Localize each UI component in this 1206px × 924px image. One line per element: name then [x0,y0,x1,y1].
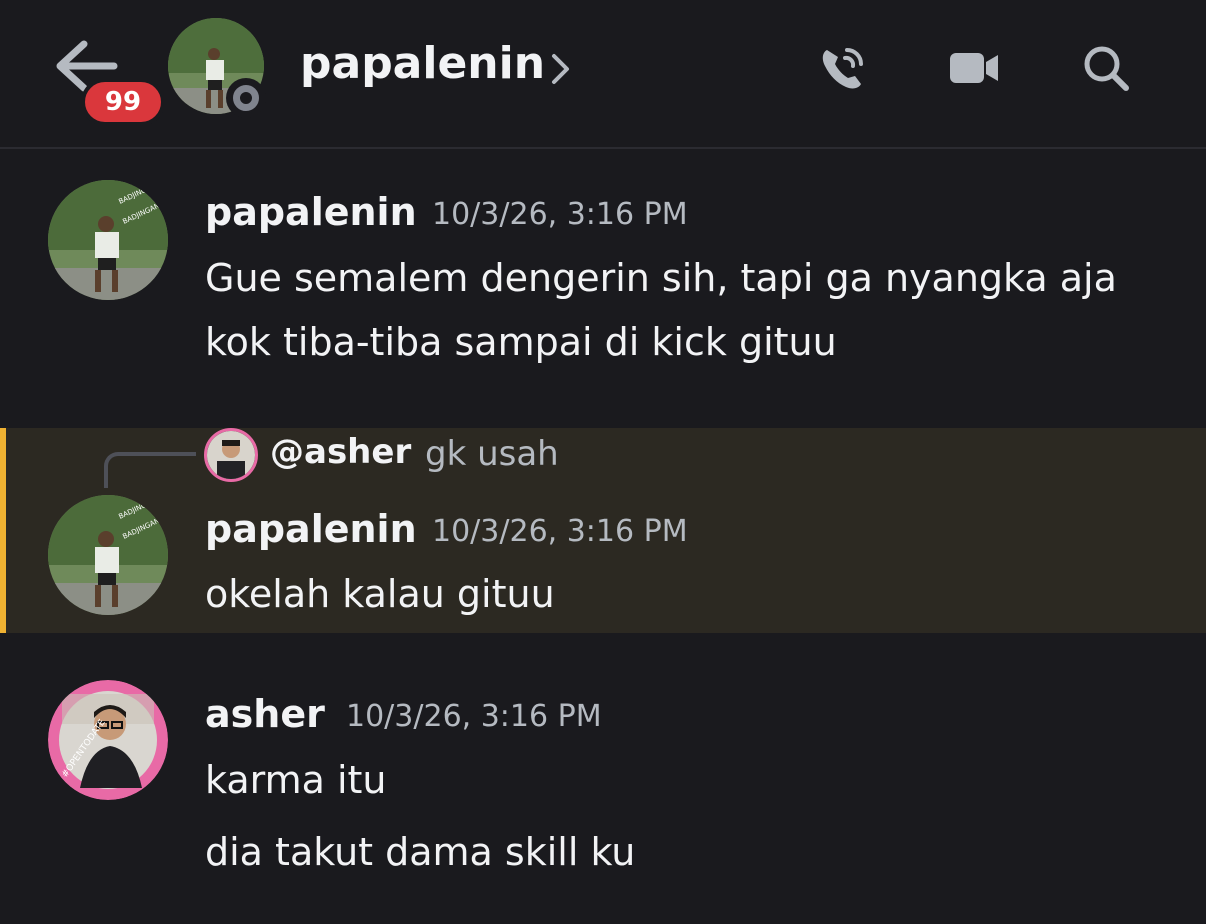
message-line: okelah kalau gituu [205,572,555,616]
channel-header: 99 papalenin [0,0,1206,149]
status-offline-indicator [226,78,266,118]
reply-author-mention[interactable]: @asher [270,432,411,472]
phone-call-icon[interactable] [815,40,871,96]
reply-preview-text[interactable]: gk usah [425,434,559,474]
author-avatar[interactable]: BADJINGAN BADJINGAN [48,495,168,615]
message-line: Gue semalem dengerin sih, tapi ga nyangk… [205,256,1117,300]
author-name[interactable]: papalenin [205,507,417,551]
message-timestamp: 10/3/26, 3:16 PM [432,514,688,549]
reply-connector [104,452,196,488]
reply-avatar[interactable] [204,428,258,482]
video-camera-icon[interactable] [946,40,1002,96]
search-icon[interactable] [1078,40,1134,96]
message-timestamp: 10/3/26, 3:16 PM [432,197,688,232]
author-avatar[interactable]: BADJINGAN BADJINGAN [48,180,168,300]
author-name[interactable]: asher [205,692,325,736]
author-name[interactable]: papalenin [205,190,417,234]
message-line: kok tiba-tiba sampai di kick gituu [205,320,837,364]
channel-title[interactable]: papalenin [300,38,545,89]
message-line: karma itu [205,758,387,802]
chevron-right-icon[interactable] [545,52,575,86]
unread-badge: 99 [81,78,165,126]
message-line: dia takut dama skill ku [205,830,636,874]
author-avatar[interactable]: #OPENTODATE [48,680,168,800]
message-timestamp: 10/3/26, 3:16 PM [346,699,602,734]
